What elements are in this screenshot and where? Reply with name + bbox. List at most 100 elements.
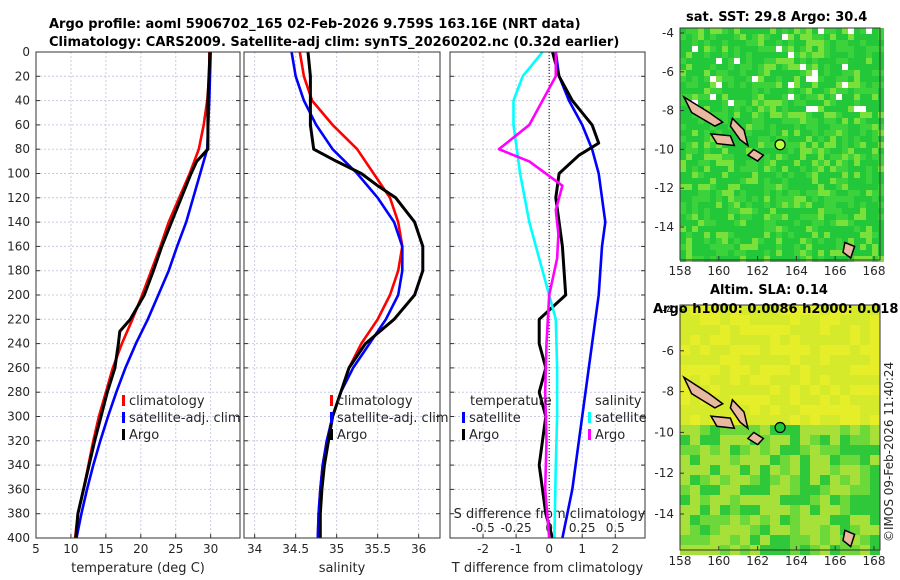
map-cell (750, 515, 760, 525)
map-cell (728, 172, 734, 178)
map-cell (818, 190, 824, 196)
map-cell (860, 325, 870, 335)
map-cell (770, 190, 776, 196)
map-cell (716, 202, 722, 208)
map-cell (734, 40, 740, 46)
map-cell (794, 208, 800, 214)
map-cell (866, 124, 872, 130)
map-cell (790, 535, 800, 545)
map-cell (840, 485, 850, 495)
map-cell (698, 76, 704, 82)
map-cell (690, 495, 700, 505)
map-cell (872, 196, 878, 202)
map-cell (764, 214, 770, 220)
map-cell (680, 46, 686, 52)
map-cell (820, 495, 830, 505)
map-cell (770, 495, 780, 505)
map-cell (824, 70, 830, 76)
map-cell (752, 76, 758, 82)
map-cell (776, 34, 782, 40)
legend-swatch (122, 412, 125, 423)
map-cell (680, 76, 686, 82)
map-cell (830, 82, 836, 88)
map-cell (794, 184, 800, 190)
lat-tick-label: -6 (662, 65, 674, 79)
map-cell (740, 28, 746, 34)
map-cell (848, 88, 854, 94)
map-cell (878, 202, 884, 208)
map-cell (746, 70, 752, 76)
map-cell (776, 214, 782, 220)
map-cell (836, 64, 842, 70)
map-cell (848, 52, 854, 58)
map-cell (860, 118, 866, 124)
map-cell (722, 34, 728, 40)
map-cell (810, 365, 820, 375)
map-cell (842, 100, 848, 106)
map-cell (704, 136, 710, 142)
map-cell (878, 94, 884, 100)
map-cell (770, 70, 776, 76)
sla-map: 158 160 162 164 166 168-4-6-8-10-12-14 (654, 303, 885, 568)
map-cell (782, 190, 788, 196)
map-cell (770, 202, 776, 208)
map-cell (800, 184, 806, 190)
map-cell (752, 94, 758, 100)
map-cell (758, 238, 764, 244)
map-cell (690, 405, 700, 415)
map-cell (686, 70, 692, 76)
map-cell (800, 232, 806, 238)
map-cell (734, 88, 740, 94)
map-cell (790, 335, 800, 345)
x-tick-label: 1 (578, 542, 586, 556)
x-tick-label: 35.5 (364, 542, 391, 556)
x-tick-label: 0 (545, 542, 553, 556)
legend-swatch (122, 429, 125, 440)
map-cell (810, 395, 820, 405)
map-cell (722, 202, 728, 208)
map-cell (760, 535, 770, 545)
map-cell (680, 190, 686, 196)
map-cell (758, 64, 764, 70)
map-cell (710, 525, 720, 535)
map-cell (820, 505, 830, 515)
map-cell (704, 226, 710, 232)
map-cell (878, 190, 884, 196)
map-cell (700, 505, 710, 515)
map-cell (692, 232, 698, 238)
map-cell (806, 52, 812, 58)
map-cell (752, 28, 758, 34)
map-cell (690, 345, 700, 355)
s-tick-label: -0.5 (471, 521, 494, 535)
argo-profile-figure: Argo profile: aoml 5906702_165 02-Feb-20… (7, 10, 898, 576)
map-cell (818, 160, 824, 166)
depth-tick-label: 300 (7, 410, 30, 424)
map-cell (866, 220, 872, 226)
map-cell (842, 196, 848, 202)
map-cell (872, 220, 878, 226)
map-cell (824, 244, 830, 250)
map-cell (716, 226, 722, 232)
map-cell (854, 232, 860, 238)
map-cell (830, 130, 836, 136)
map-cell (860, 214, 866, 220)
map-cell (800, 425, 810, 435)
map-cell (746, 46, 752, 52)
map-cell (812, 130, 818, 136)
map-cell (722, 178, 728, 184)
map-cell (764, 130, 770, 136)
map-cell (728, 82, 734, 88)
map-cell (740, 385, 750, 395)
map-cell (836, 52, 842, 58)
map-cell (704, 94, 710, 100)
map-cell (794, 178, 800, 184)
map-cell (698, 124, 704, 130)
map-cell (704, 64, 710, 70)
map-cell (780, 375, 790, 385)
map-cell (854, 76, 860, 82)
map-cell (860, 100, 866, 106)
map-cell (780, 385, 790, 395)
map-cell (866, 190, 872, 196)
map-cell (848, 190, 854, 196)
map-cell (788, 202, 794, 208)
